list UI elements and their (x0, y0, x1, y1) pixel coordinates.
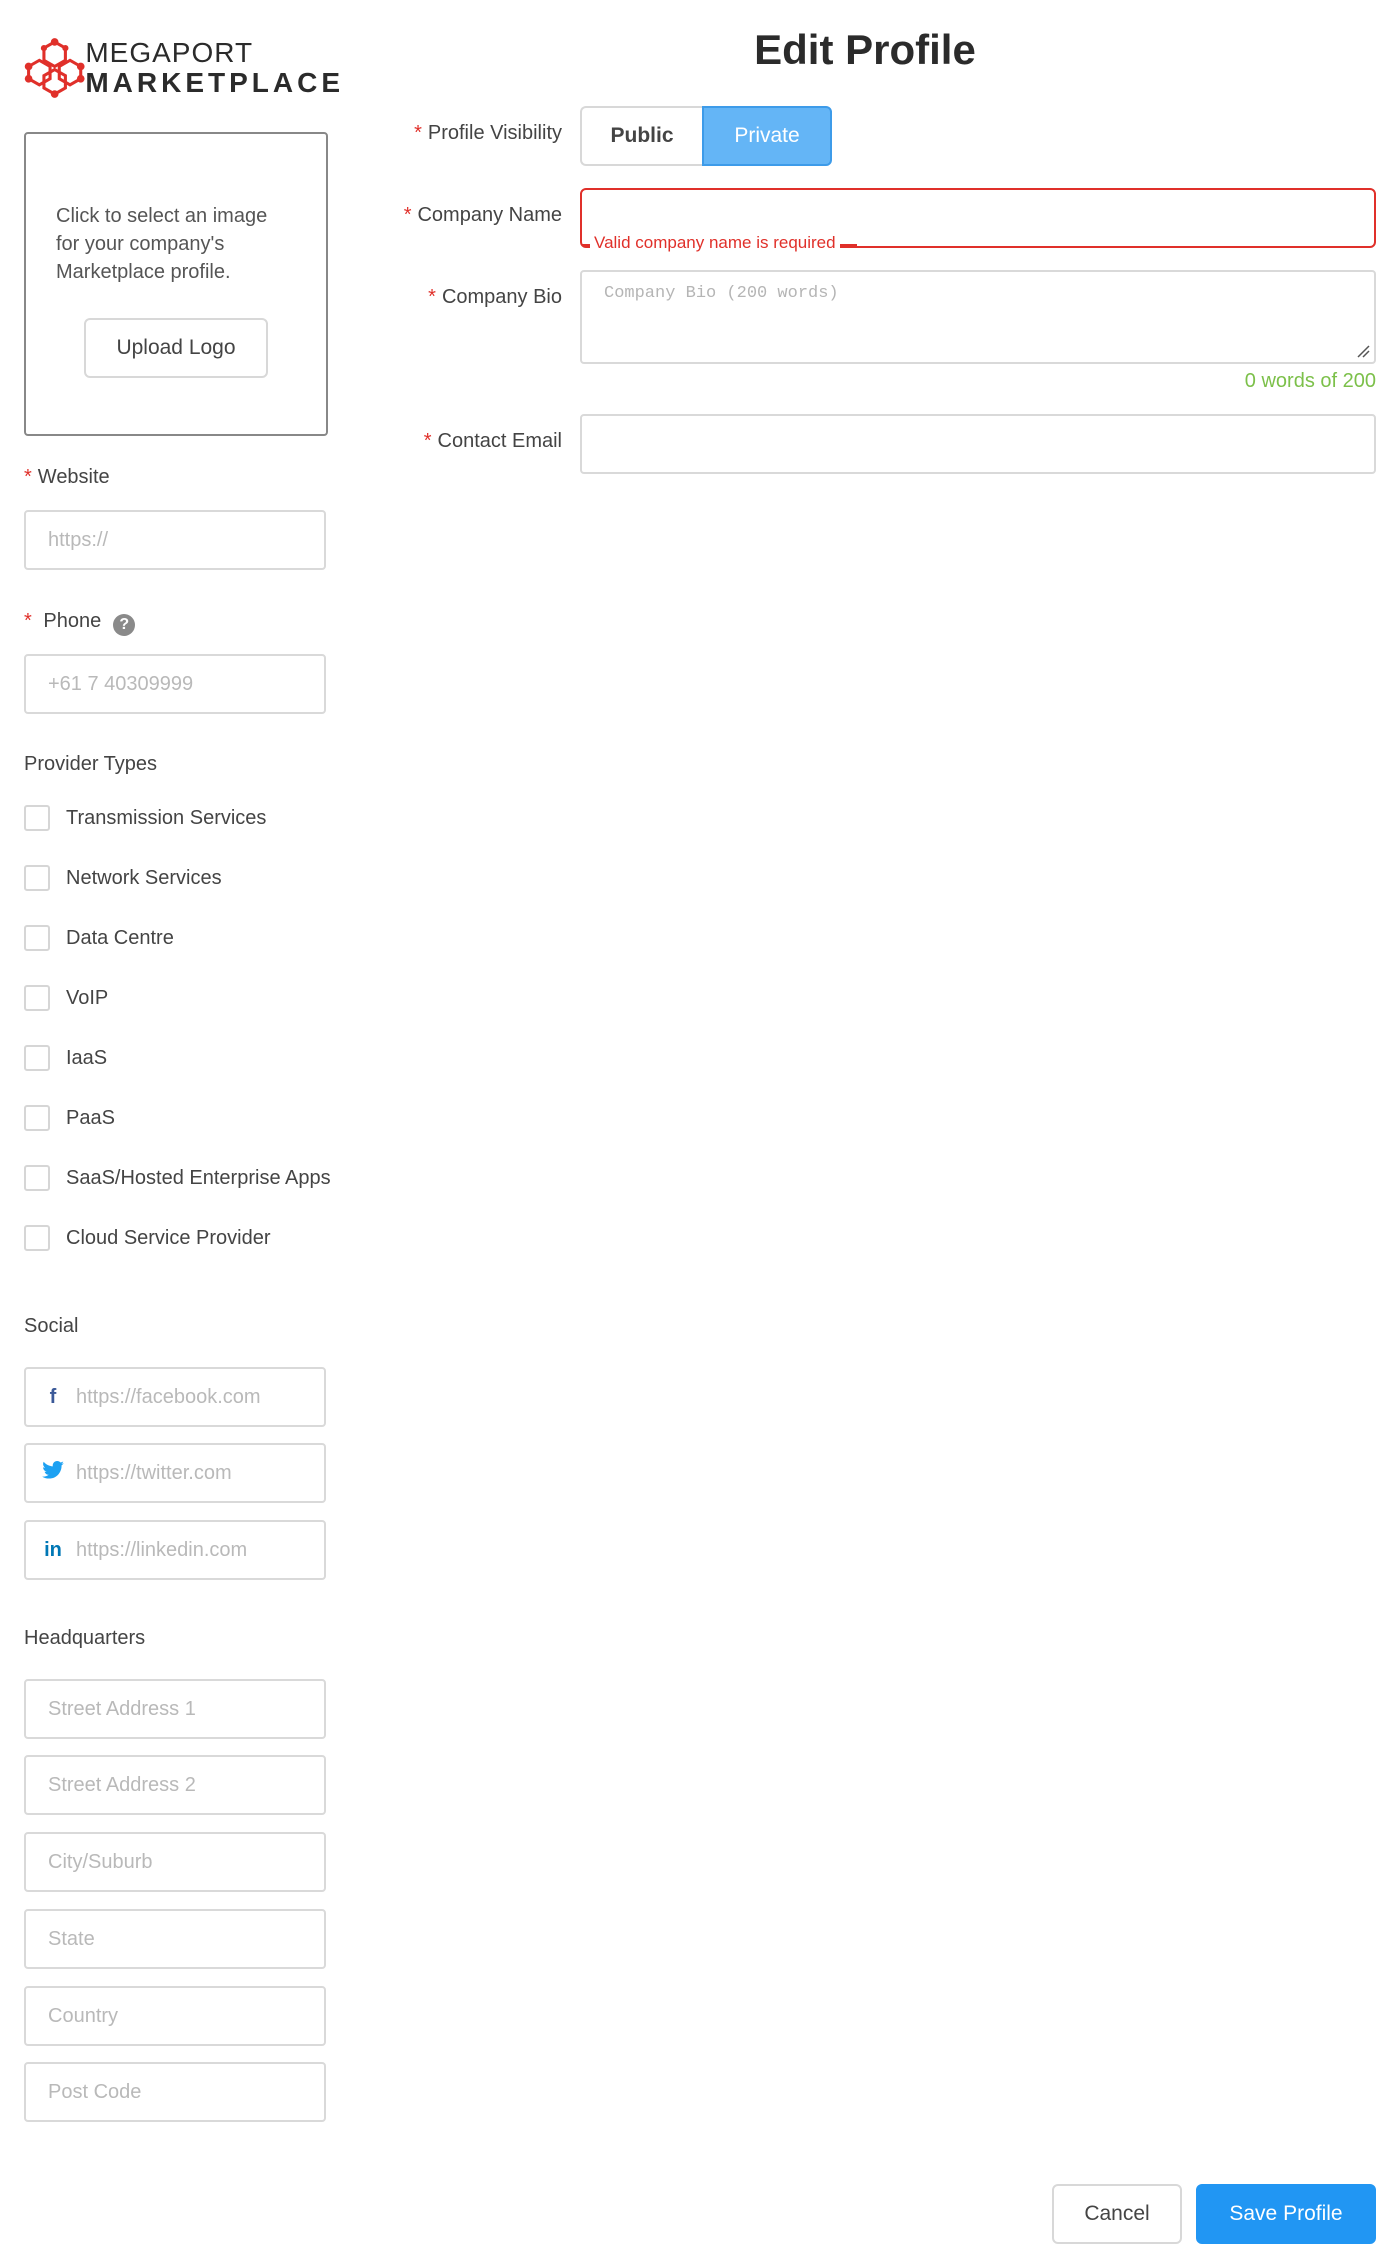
question-circle-icon[interactable]: ? (113, 614, 136, 636)
checkbox-paas[interactable]: PaaS (24, 1105, 115, 1131)
checkbox-voip[interactable]: VoIP (24, 985, 108, 1011)
checkbox-cloud-service-provider[interactable]: Cloud Service Provider (24, 1225, 271, 1251)
street-address-1-input[interactable]: Street Address 1 (24, 1679, 326, 1739)
logo-upload-description: Click to select an image for your compan… (56, 205, 268, 283)
company-name-label: * Company Name (403, 204, 562, 226)
checkbox-box[interactable] (24, 865, 50, 891)
checkbox-iaas[interactable]: IaaS (24, 1045, 107, 1071)
checkbox-transmission-services[interactable]: Transmission Services (24, 805, 266, 831)
website-label: * Website (24, 466, 110, 488)
website-input[interactable]: https:// (24, 510, 326, 570)
visibility-public-button[interactable]: Public (580, 106, 702, 166)
checkbox-box[interactable] (24, 1105, 50, 1131)
contact-email-label: * Contact Email (423, 430, 562, 452)
post-code-input[interactable]: Post Code (24, 2062, 326, 2122)
phone-label: * Phone? (24, 610, 136, 636)
checkbox-box[interactable] (24, 805, 50, 831)
page-title: Edit Profile (754, 26, 976, 73)
city-input[interactable]: City/Suburb (24, 1832, 326, 1892)
provider-types-heading: Provider Types (24, 753, 158, 775)
checkbox-box[interactable] (24, 1225, 50, 1251)
logo-upload-area[interactable]: Click to select an image for your compan… (24, 132, 328, 436)
checkbox-saas[interactable]: SaaS/Hosted Enterprise Apps (24, 1165, 331, 1191)
visibility-private-button[interactable]: Private (702, 106, 832, 166)
phone-input[interactable]: +61 7 40309999 (24, 654, 326, 714)
checkbox-box[interactable] (24, 1045, 50, 1071)
linkedin-icon: in (44, 1538, 62, 1561)
country-input[interactable]: Country (24, 1986, 326, 2046)
save-profile-button[interactable]: Save Profile (1196, 2184, 1376, 2244)
linkedin-input[interactable]: in https://linkedin.com (24, 1520, 326, 1580)
twitter-input[interactable]: https://twitter.com (24, 1443, 326, 1503)
company-bio-textarea[interactable]: Company Bio (200 words) (580, 270, 1376, 364)
megaport-logo: MEGAPORT MARKETPLACE (24, 28, 344, 108)
profile-visibility-label: * Profile Visibility (414, 122, 562, 144)
company-bio-label: * Company Bio (428, 286, 562, 308)
cancel-button[interactable]: Cancel (1052, 2184, 1182, 2244)
contact-email-input[interactable] (580, 414, 1376, 474)
checkbox-box[interactable] (24, 1165, 50, 1191)
visibility-toggle[interactable]: Public Private (580, 106, 832, 166)
social-heading: Social (24, 1315, 79, 1337)
brand-line-2: MARKETPLACE (85, 67, 344, 98)
street-address-2-input[interactable]: Street Address 2 (24, 1755, 326, 1815)
checkbox-network-services[interactable]: Network Services (24, 865, 222, 891)
megaport-hex-logo-icon (24, 38, 85, 98)
headquarters-heading: Headquarters (24, 1627, 146, 1649)
state-input[interactable]: State (24, 1909, 326, 1969)
twitter-icon (42, 1461, 64, 1485)
checkbox-data-centre[interactable]: Data Centre (24, 925, 174, 951)
facebook-input[interactable]: f https://facebook.com (24, 1367, 326, 1427)
company-name-input[interactable]: Valid company name is required (580, 188, 1376, 252)
checkbox-box[interactable] (24, 925, 50, 951)
resize-handle-icon[interactable] (1356, 344, 1370, 358)
facebook-icon: f (49, 1385, 57, 1408)
company-name-error: Valid company name is required (590, 234, 840, 252)
upload-logo-button[interactable]: Upload Logo (84, 318, 268, 378)
bio-word-count: 0 words of 200 (1244, 370, 1376, 392)
brand-line-1: MEGAPORT (85, 37, 254, 68)
checkbox-box[interactable] (24, 985, 50, 1011)
